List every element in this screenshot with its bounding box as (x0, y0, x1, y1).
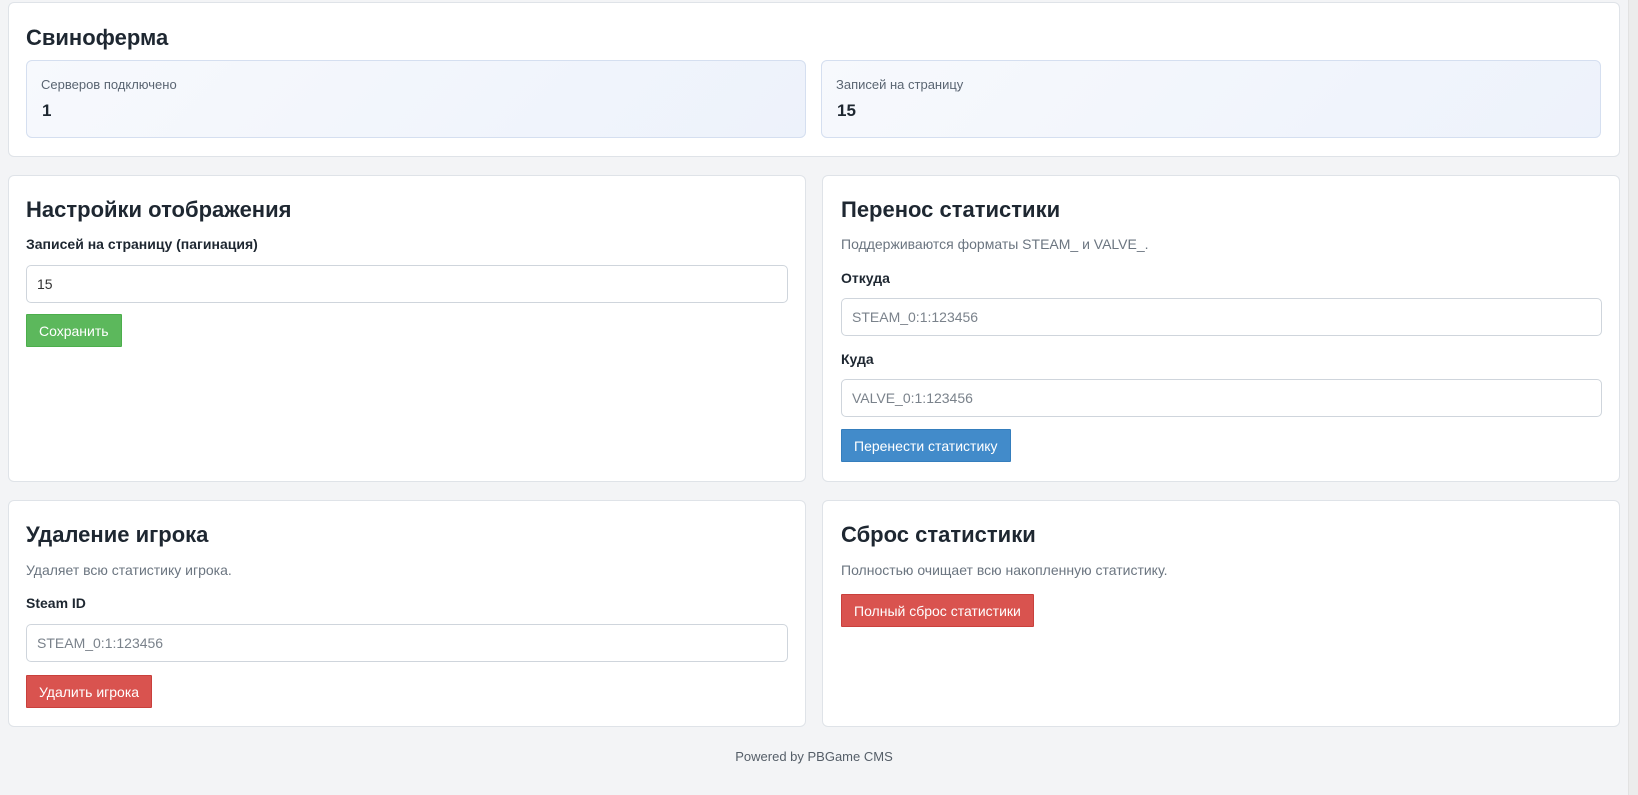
delete-player-button[interactable]: Удалить игрока (26, 675, 153, 708)
display-settings-card: Настройки отображения Записей на страниц… (8, 175, 806, 482)
stat-value: 15 (837, 101, 856, 120)
per-page-input[interactable] (26, 265, 788, 303)
steam-id-label: Steam ID (26, 595, 86, 611)
to-input[interactable] (841, 379, 1602, 417)
save-button[interactable]: Сохранить (26, 314, 122, 347)
reset-stats-button[interactable]: Полный сброс статистики (841, 594, 1034, 627)
section-title: Удаление игрока (26, 522, 209, 547)
header-card: Свиноферма Серверов подключено 1 Записей… (8, 2, 1620, 157)
transfer-button[interactable]: Перенести статистику (841, 429, 1011, 462)
steam-id-input[interactable] (26, 624, 788, 662)
stat-label: Записей на страницу (836, 77, 964, 92)
stat-label: Серверов подключено (41, 77, 177, 92)
page-title: Свиноферма (26, 25, 169, 50)
stat-servers-connected: Серверов подключено 1 (26, 60, 806, 138)
to-label: Куда (841, 351, 874, 367)
from-label: Откуда (841, 270, 890, 286)
section-title: Перенос статистики (841, 197, 1061, 222)
section-description: Удаляет всю статистику игрока. (26, 562, 232, 578)
reset-stats-card: Сброс статистики Полностью очищает всю н… (822, 500, 1620, 727)
scrollbar[interactable] (1628, 0, 1638, 795)
section-title: Сброс статистики (841, 522, 1036, 547)
per-page-label: Записей на страницу (пагинация) (26, 236, 258, 252)
stat-per-page: Записей на страницу 15 (821, 60, 1601, 138)
transfer-stats-card: Перенос статистики Поддерживаются формат… (822, 175, 1620, 482)
footer-text: Powered by PBGame CMS (735, 749, 893, 764)
from-input[interactable] (841, 298, 1602, 336)
stat-value: 1 (42, 101, 52, 120)
section-description: Полностью очищает всю накопленную статис… (841, 562, 1168, 578)
section-title: Настройки отображения (26, 197, 292, 222)
section-description: Поддерживаются форматы STEAM_ и VALVE_. (841, 236, 1149, 252)
delete-player-card: Удаление игрока Удаляет всю статистику и… (8, 500, 806, 727)
